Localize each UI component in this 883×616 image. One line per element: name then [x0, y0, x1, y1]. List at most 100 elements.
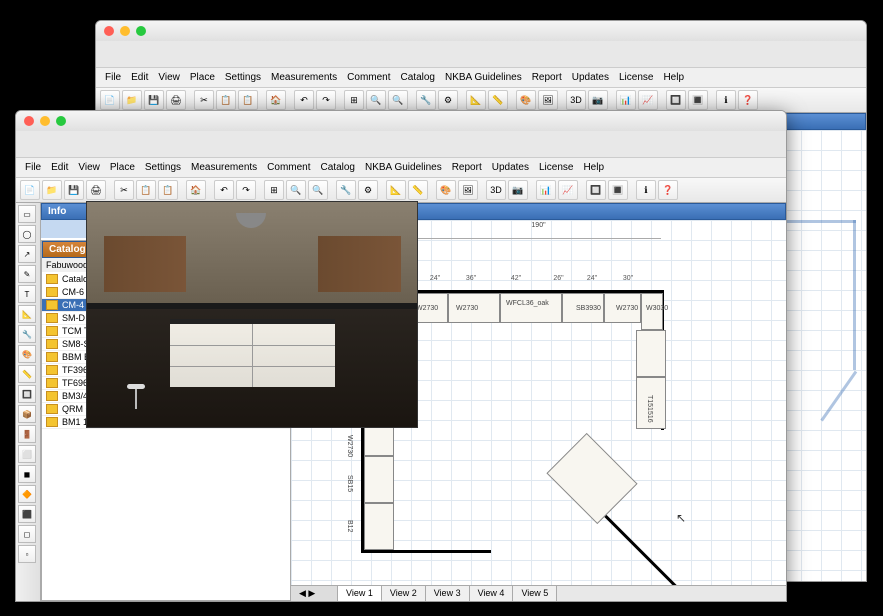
menu-place[interactable]: Place: [187, 71, 218, 84]
toolbar-btn-9[interactable]: 🏠: [266, 90, 286, 110]
menu-updates[interactable]: Updates: [569, 71, 612, 84]
tool-btn-11[interactable]: 🚪: [18, 425, 36, 443]
tool-btn-1[interactable]: ◯: [18, 225, 36, 243]
toolbar-btn-37[interactable]: ❓: [658, 180, 678, 200]
menu-settings[interactable]: Settings: [222, 71, 264, 84]
menu-view[interactable]: View: [75, 161, 103, 174]
toolbar-btn-25[interactable]: 🖼: [458, 180, 478, 200]
menu-comment[interactable]: Comment: [264, 161, 313, 174]
tool-btn-15[interactable]: ⬛: [18, 505, 36, 523]
toolbar-btn-19[interactable]: ⚙: [438, 90, 458, 110]
toolbar-btn-19[interactable]: ⚙: [358, 180, 378, 200]
toolbar-btn-36[interactable]: ℹ: [716, 90, 736, 110]
menu-license[interactable]: License: [536, 161, 576, 174]
toolbar-btn-7[interactable]: 📋: [238, 90, 258, 110]
tool-btn-3[interactable]: ✎: [18, 265, 36, 283]
toolbar-btn-15[interactable]: 🔍: [286, 180, 306, 200]
menu-file[interactable]: File: [102, 71, 124, 84]
toolbar-btn-0[interactable]: 📄: [100, 90, 120, 110]
cabinet[interactable]: [636, 330, 666, 377]
menu-comment[interactable]: Comment: [344, 71, 393, 84]
tool-btn-4[interactable]: T: [18, 285, 36, 303]
close-icon[interactable]: [24, 116, 34, 126]
toolbar-btn-27[interactable]: 3D: [566, 90, 586, 110]
cabinet[interactable]: [364, 456, 394, 503]
menu-catalog[interactable]: Catalog: [318, 161, 358, 174]
toolbar-btn-36[interactable]: ℹ: [636, 180, 656, 200]
toolbar-btn-9[interactable]: 🏠: [186, 180, 206, 200]
menu-nkba-guidelines[interactable]: NKBA Guidelines: [442, 71, 525, 84]
tool-btn-8[interactable]: 📏: [18, 365, 36, 383]
tool-btn-0[interactable]: ▭: [18, 205, 36, 223]
menu-catalog[interactable]: Catalog: [398, 71, 438, 84]
toolbar-btn-18[interactable]: 🔧: [336, 180, 356, 200]
toolbar-btn-11[interactable]: ↶: [294, 90, 314, 110]
tool-btn-12[interactable]: ⬜: [18, 445, 36, 463]
toolbar-btn-12[interactable]: ↷: [236, 180, 256, 200]
toolbar-btn-33[interactable]: 🔲: [586, 180, 606, 200]
toolbar-btn-30[interactable]: 📊: [536, 180, 556, 200]
toolbar-btn-22[interactable]: 📏: [408, 180, 428, 200]
tool-btn-9[interactable]: 🔲: [18, 385, 36, 403]
toolbar-btn-1[interactable]: 📁: [122, 90, 142, 110]
toolbar-btn-37[interactable]: ❓: [738, 90, 758, 110]
toolbar-btn-24[interactable]: 🎨: [436, 180, 456, 200]
toolbar-btn-14[interactable]: ⊞: [344, 90, 364, 110]
toolbar-btn-0[interactable]: 📄: [20, 180, 40, 200]
tool-btn-17[interactable]: ▫: [18, 545, 36, 563]
toolbar-btn-24[interactable]: 🎨: [516, 90, 536, 110]
view-tabs-scroll[interactable]: ◀ ▶: [291, 586, 338, 601]
tool-btn-13[interactable]: ◼: [18, 465, 36, 483]
maximize-icon[interactable]: [56, 116, 66, 126]
menu-report[interactable]: Report: [529, 71, 565, 84]
menu-help[interactable]: Help: [660, 71, 687, 84]
view-tab[interactable]: View 5: [513, 586, 557, 601]
tool-btn-10[interactable]: 📦: [18, 405, 36, 423]
menu-report[interactable]: Report: [449, 161, 485, 174]
toolbar-btn-31[interactable]: 📈: [558, 180, 578, 200]
toolbar-btn-16[interactable]: 🔍: [388, 90, 408, 110]
menu-help[interactable]: Help: [580, 161, 607, 174]
toolbar-btn-2[interactable]: 💾: [144, 90, 164, 110]
toolbar-btn-25[interactable]: 🖼: [538, 90, 558, 110]
toolbar-btn-5[interactable]: ✂: [114, 180, 134, 200]
minimize-icon[interactable]: [40, 116, 50, 126]
menu-view[interactable]: View: [155, 71, 183, 84]
tool-btn-2[interactable]: ↗: [18, 245, 36, 263]
menu-settings[interactable]: Settings: [142, 161, 184, 174]
toolbar-btn-14[interactable]: ⊞: [264, 180, 284, 200]
menu-license[interactable]: License: [616, 71, 656, 84]
menu-measurements[interactable]: Measurements: [188, 161, 260, 174]
toolbar-btn-3[interactable]: 🖨: [166, 90, 186, 110]
toolbar-btn-18[interactable]: 🔧: [416, 90, 436, 110]
tool-btn-5[interactable]: 📐: [18, 305, 36, 323]
toolbar-btn-22[interactable]: 📏: [488, 90, 508, 110]
cabinet-sink[interactable]: [500, 293, 562, 323]
close-icon[interactable]: [104, 26, 114, 36]
toolbar-btn-16[interactable]: 🔍: [308, 180, 328, 200]
toolbar-btn-28[interactable]: 📷: [588, 90, 608, 110]
toolbar-btn-27[interactable]: 3D: [486, 180, 506, 200]
toolbar-btn-12[interactable]: ↷: [316, 90, 336, 110]
view-tab[interactable]: View 4: [470, 586, 514, 601]
menu-edit[interactable]: Edit: [48, 161, 71, 174]
menu-updates[interactable]: Updates: [489, 161, 532, 174]
tool-btn-6[interactable]: 🔧: [18, 325, 36, 343]
toolbar-btn-34[interactable]: 🔳: [688, 90, 708, 110]
toolbar-btn-2[interactable]: 💾: [64, 180, 84, 200]
minimize-icon[interactable]: [120, 26, 130, 36]
tool-btn-16[interactable]: ◻: [18, 525, 36, 543]
view-tab[interactable]: View 1: [338, 586, 382, 601]
tool-btn-7[interactable]: 🎨: [18, 345, 36, 363]
toolbar-btn-3[interactable]: 🖨: [86, 180, 106, 200]
toolbar-btn-31[interactable]: 📈: [638, 90, 658, 110]
toolbar-btn-5[interactable]: ✂: [194, 90, 214, 110]
menu-nkba-guidelines[interactable]: NKBA Guidelines: [362, 161, 445, 174]
tool-btn-14[interactable]: 🔶: [18, 485, 36, 503]
toolbar-btn-33[interactable]: 🔲: [666, 90, 686, 110]
menu-file[interactable]: File: [22, 161, 44, 174]
view-tab[interactable]: View 2: [382, 586, 426, 601]
toolbar-btn-15[interactable]: 🔍: [366, 90, 386, 110]
toolbar-btn-28[interactable]: 📷: [508, 180, 528, 200]
toolbar-btn-21[interactable]: 📐: [386, 180, 406, 200]
